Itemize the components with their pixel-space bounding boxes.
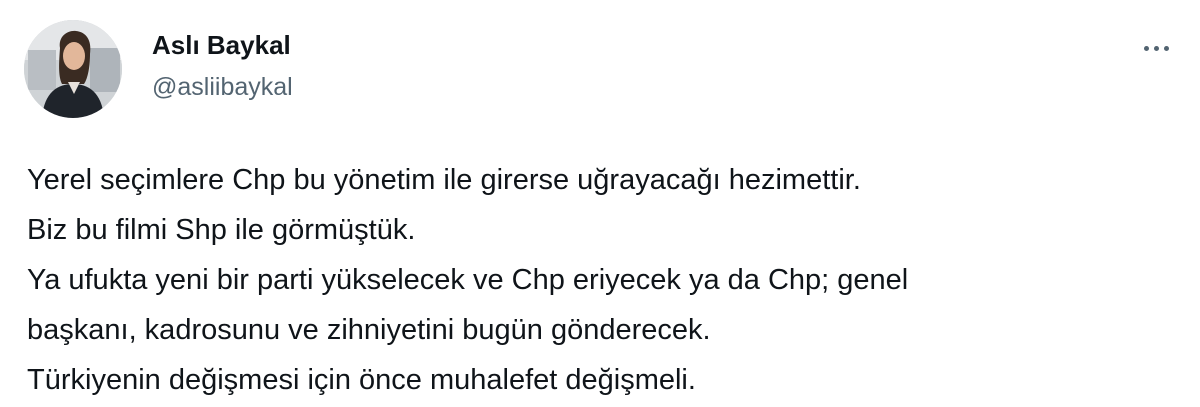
avatar[interactable] bbox=[24, 20, 122, 118]
more-horizontal-icon bbox=[1143, 45, 1169, 51]
tweet-text: Yerel seçimlere Chp bu yönetim ile girer… bbox=[27, 155, 1167, 405]
profile-photo-icon bbox=[24, 20, 122, 118]
tweet-line: başkanı, kadrosunu ve zihniyetini bugün … bbox=[27, 314, 711, 346]
more-options-button[interactable] bbox=[1134, 30, 1178, 66]
tweet-line: Türkiyenin değişmesi için önce muhalefet… bbox=[27, 364, 696, 396]
tweet-card: Aslı Baykal @asliibaykal Yerel seçimlere… bbox=[0, 0, 1200, 407]
tweet-line: Yerel seçimlere Chp bu yönetim ile girer… bbox=[27, 164, 861, 196]
user-handle[interactable]: @asliibaykal bbox=[152, 73, 293, 102]
display-name[interactable]: Aslı Baykal bbox=[152, 30, 291, 61]
tweet-line: Ya ufukta yeni bir parti yükselecek ve C… bbox=[27, 264, 909, 296]
tweet-line: Biz bu filmi Shp ile görmüştük. bbox=[27, 214, 416, 246]
